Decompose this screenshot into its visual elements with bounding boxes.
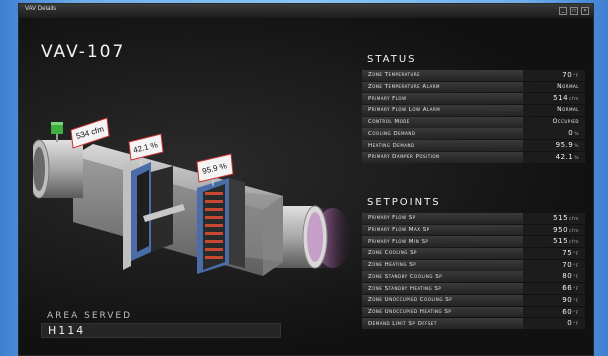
- setpoint-row: Primary Flow Max Sp 950cfm: [362, 224, 585, 236]
- flow-sensor: [51, 122, 63, 142]
- setpoint-label: Primary Flow Max Sp: [368, 227, 430, 234]
- setpoint-row: Zone Unoccupied Cooling Sp 90°F: [362, 294, 585, 306]
- setpoint-value[interactable]: 66°F: [523, 283, 585, 294]
- setpoint-row: Primary Flow Sp 515cfm: [362, 213, 585, 224]
- setpoint-value[interactable]: 0°F: [523, 318, 585, 329]
- maximize-button[interactable]: □: [570, 7, 578, 15]
- setpoint-value[interactable]: 70°F: [523, 259, 585, 271]
- status-label: Zone Temperature Alarm: [368, 84, 440, 91]
- setpoint-label: Zone Heating Sp: [368, 262, 417, 269]
- title-bar[interactable]: VAV Details _ □ ×: [19, 4, 593, 19]
- status-label: Primary Damper Position: [368, 154, 440, 161]
- status-value: 70°F: [523, 70, 585, 81]
- status-value: 514cfm: [523, 93, 585, 105]
- setpoint-label: Primary Flow Sp: [368, 215, 416, 222]
- status-label: Zone Temperature: [368, 72, 421, 79]
- setpoint-value[interactable]: 950cfm: [523, 224, 585, 236]
- status-value: Normal: [523, 105, 585, 116]
- setpoint-row: Primary Flow Min Sp 515cfm: [362, 236, 585, 248]
- setpoint-value[interactable]: 90°F: [523, 294, 585, 306]
- status-row: Primary Damper Position 42.1%: [362, 151, 585, 163]
- setpoint-value[interactable]: 515cfm: [523, 213, 585, 224]
- setpoint-value[interactable]: 60°F: [523, 306, 585, 318]
- status-value: 95.9%: [523, 140, 585, 151]
- setpoints-table: Primary Flow Sp 515cfm Primary Flow Max S…: [362, 213, 585, 330]
- status-row: Control Mode Occupied: [362, 116, 585, 128]
- area-served-label: AREA SERVED: [47, 311, 133, 321]
- setpoint-row: Zone Standby Cooling Sp 80°F: [362, 271, 585, 283]
- status-value: 42.1%: [523, 151, 585, 163]
- setpoint-label: Zone Unoccupied Cooling Sp: [368, 297, 453, 304]
- window-controls: _ □ ×: [559, 7, 589, 15]
- setpoint-label: Zone Unoccupied Heating Sp: [368, 308, 452, 315]
- flow-callout: 534 cfm: [70, 117, 110, 149]
- vav-box-illustration: 534 cfm 42.1 % 95.9 %: [33, 117, 351, 276]
- heating-coil-section: [197, 178, 245, 274]
- status-row: Primary Flow Low Alarm Normal: [362, 105, 585, 116]
- status-label: Primary Flow: [368, 95, 407, 102]
- setpoint-label: Primary Flow Min Sp: [368, 238, 429, 245]
- area-served-value: H114: [41, 323, 281, 338]
- window-title: VAV Details: [25, 6, 57, 12]
- status-table: Zone Temperature 70°F Zone Temperature Al…: [362, 70, 585, 164]
- setpoint-label: Zone Standby Heating Sp: [368, 285, 442, 292]
- setpoints-title: SETPOINTS: [367, 197, 441, 208]
- status-value: 0%: [523, 128, 585, 140]
- status-row: Zone Temperature Alarm Normal: [362, 81, 585, 93]
- setpoint-value[interactable]: 515cfm: [523, 236, 585, 248]
- status-label: Primary Flow Low Alarm: [368, 107, 441, 114]
- status-row: Zone Temperature 70°F: [362, 70, 585, 81]
- setpoint-row: Zone Cooling Sp 75°F: [362, 248, 585, 259]
- inlet-pipe: [33, 139, 83, 199]
- status-row: Heating Demand 95.9%: [362, 140, 585, 151]
- setpoint-row: Zone Unoccupied Heating Sp 60°F: [362, 306, 585, 318]
- status-row: Cooling Demand 0%: [362, 128, 585, 140]
- setpoint-row: Zone Standby Heating Sp 66°F: [362, 283, 585, 294]
- setpoint-row: Zone Heating Sp 70°F: [362, 259, 585, 271]
- status-value: Occupied: [523, 116, 585, 128]
- status-label: Heating Demand: [368, 142, 415, 149]
- vav-title: VAV-107: [41, 42, 126, 62]
- minimize-button[interactable]: _: [559, 7, 567, 15]
- vav-content: VAV-107 534 cfm 42.1 % 95.9 % AREA SERVE…: [19, 18, 593, 355]
- status-value: Normal: [523, 81, 585, 93]
- setpoint-label: Zone Cooling Sp: [368, 250, 417, 257]
- setpoint-label: Zone Standby Cooling Sp: [368, 273, 443, 280]
- setpoint-row: Demand Limit Sp Offset 0°F: [362, 318, 585, 329]
- status-label: Cooling Demand: [368, 130, 416, 137]
- vav-details-window: VAV Details _ □ × VAV-107 534 cfm 42.1 %…: [18, 3, 594, 356]
- setpoint-value[interactable]: 75°F: [523, 248, 585, 259]
- status-title: STATUS: [367, 54, 417, 65]
- status-label: Control Mode: [368, 119, 410, 126]
- close-button[interactable]: ×: [581, 7, 589, 15]
- setpoint-value[interactable]: 80°F: [523, 271, 585, 283]
- setpoint-label: Demand Limit Sp Offset: [368, 320, 437, 327]
- status-row: Primary Flow 514cfm: [362, 93, 585, 105]
